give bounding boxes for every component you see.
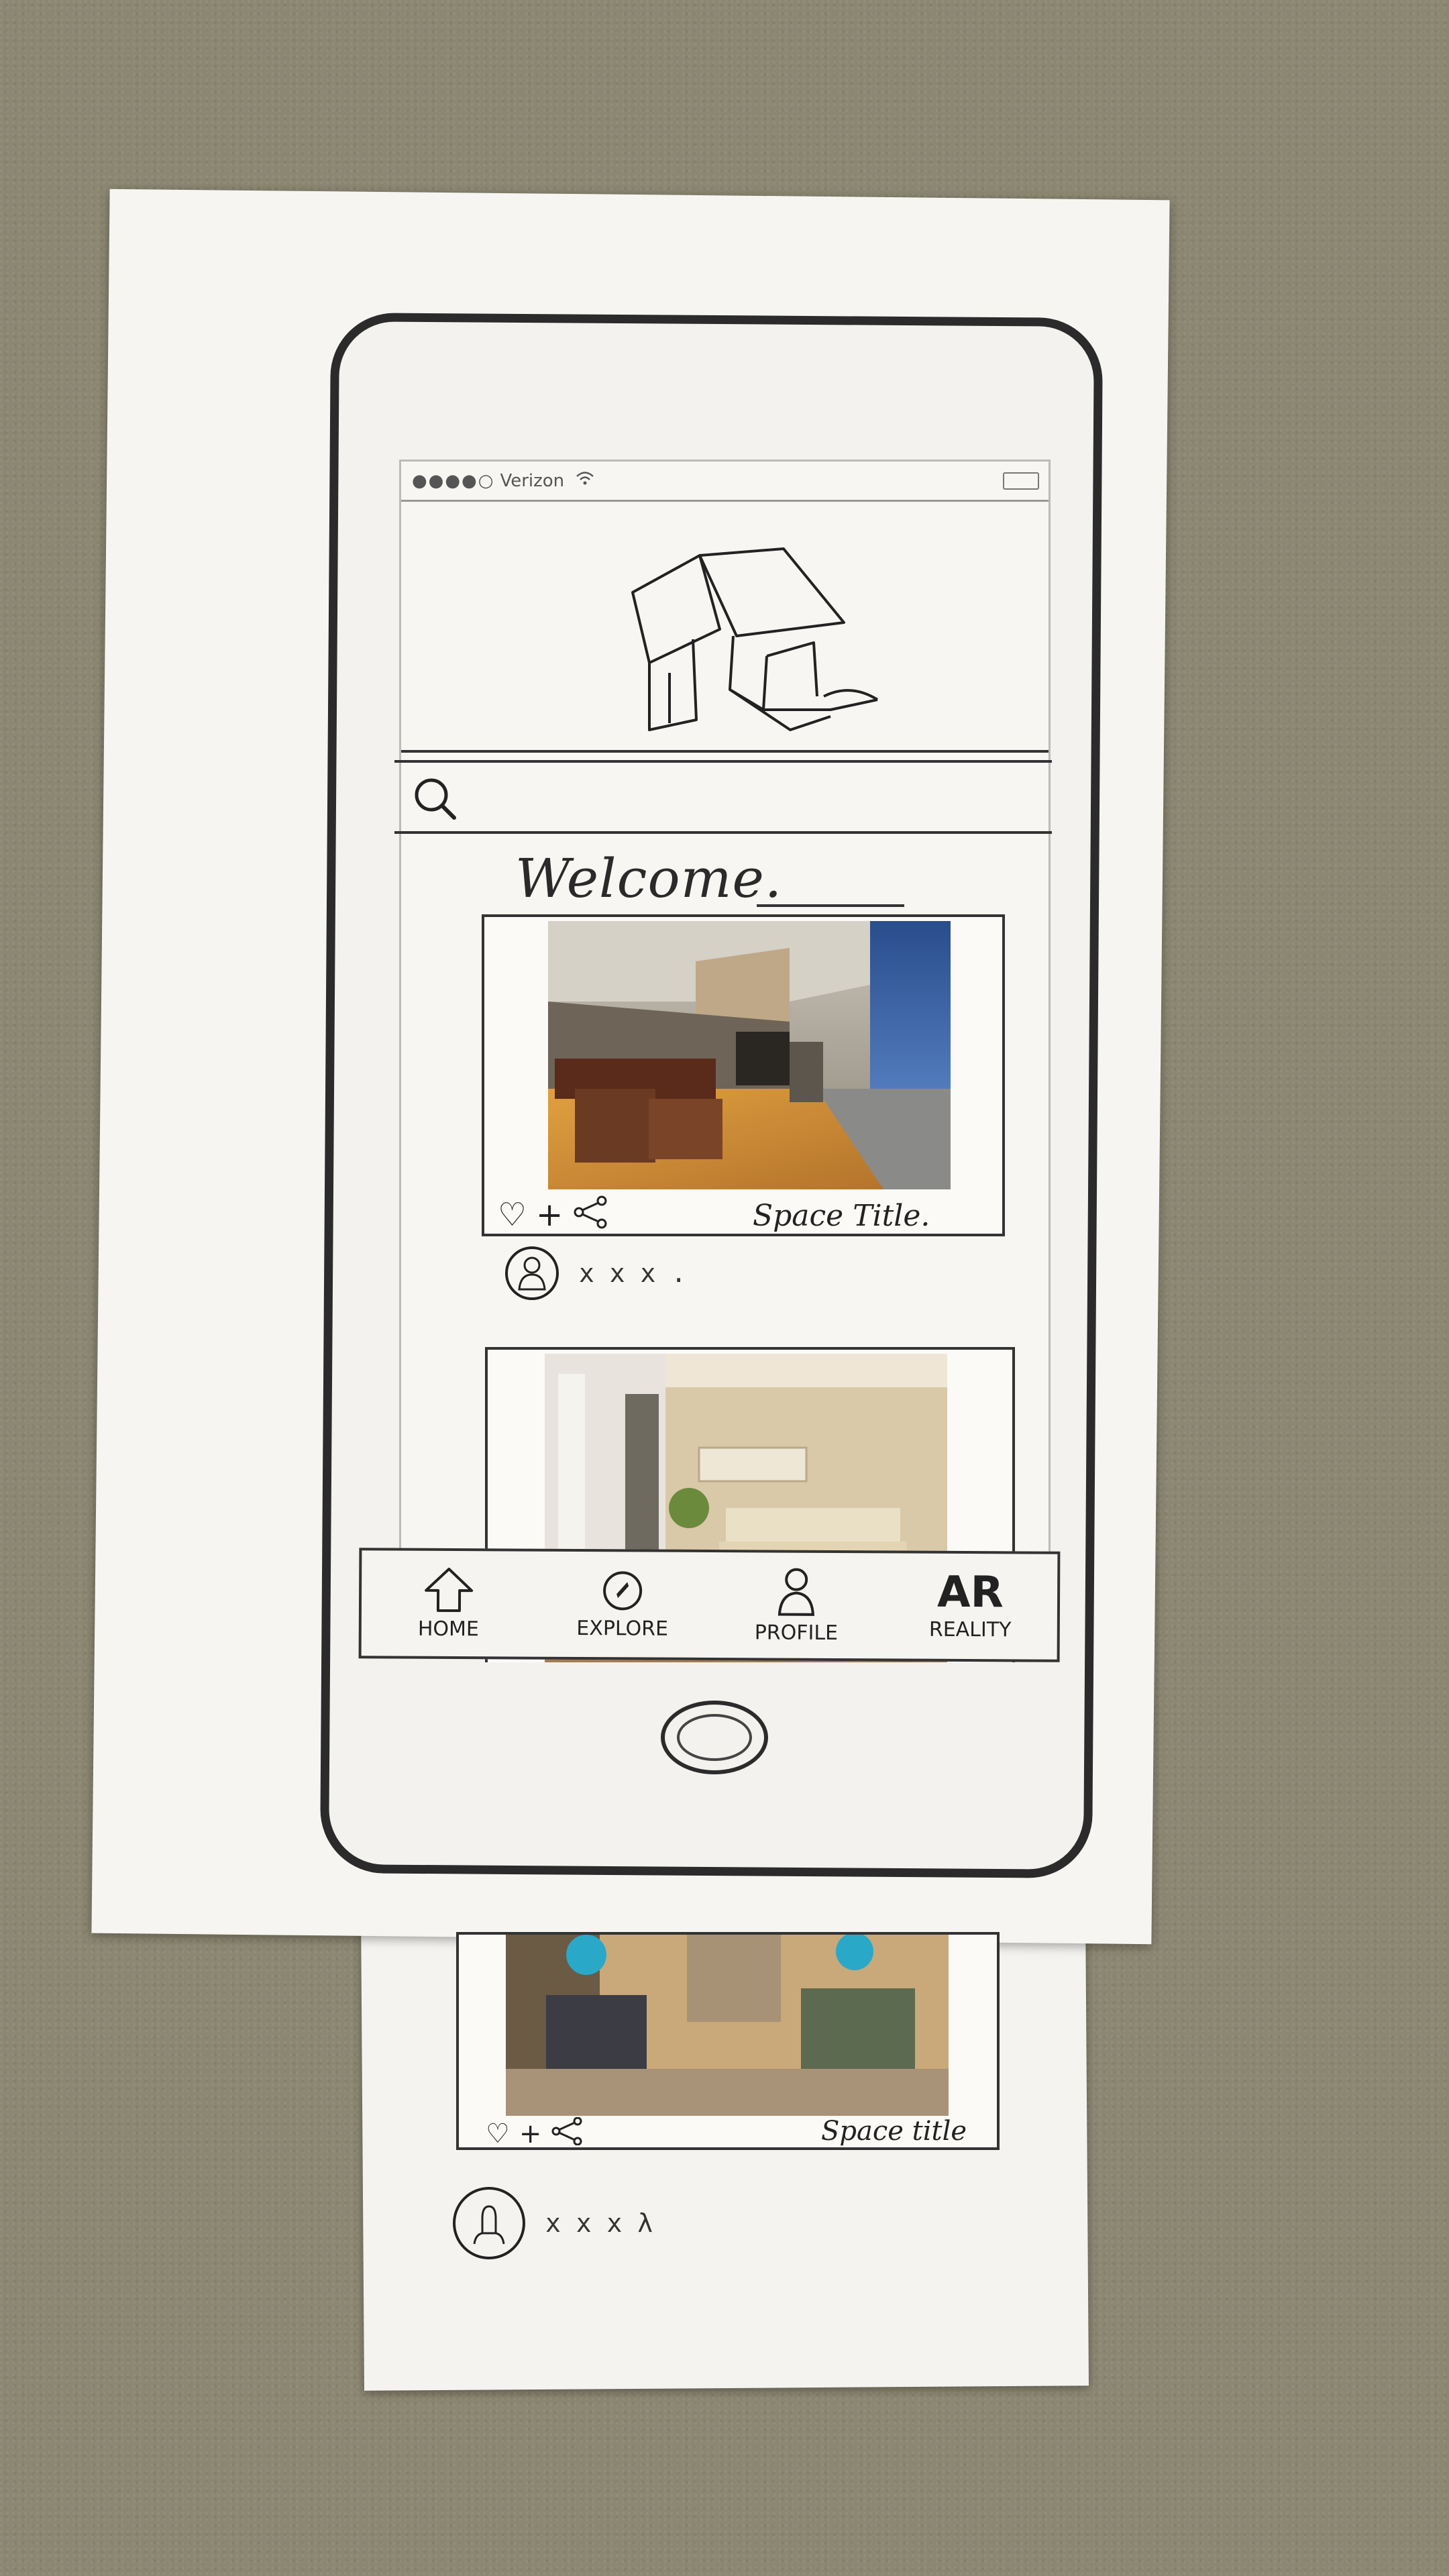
heart-icon[interactable]: ♡ xyxy=(498,1199,527,1231)
space-title: Space title xyxy=(821,2116,967,2147)
tab-label: REALITY xyxy=(928,1617,1012,1642)
explore-icon xyxy=(602,1571,642,1611)
avatar[interactable] xyxy=(453,2187,525,2259)
home-button-ring xyxy=(677,1714,752,1761)
home-hardware-button[interactable] xyxy=(661,1701,768,1774)
space-photo[interactable] xyxy=(548,921,951,1189)
home-icon xyxy=(424,1567,473,1613)
house-chair-sketch-icon xyxy=(631,547,879,731)
tab-explore[interactable]: EXPLORE xyxy=(555,1568,690,1641)
tab-label: PROFILE xyxy=(754,1621,839,1646)
share-icon[interactable] xyxy=(551,2116,584,2151)
share-icon[interactable] xyxy=(572,1195,610,1234)
bottom-tab-bar: HOME EXPLORE PROFILE AR REALITY xyxy=(358,1548,1061,1662)
author-name: x x x λ xyxy=(545,2208,653,2238)
search-bar[interactable] xyxy=(394,760,1052,834)
profile-icon xyxy=(473,2205,505,2245)
search-icon[interactable] xyxy=(411,775,458,822)
tab-home[interactable]: HOME xyxy=(381,1566,516,1641)
card-actions: ♡ + xyxy=(486,2116,584,2151)
feed-card[interactable]: ♡ + Space Title. xyxy=(482,914,1005,1236)
avatar[interactable] xyxy=(505,1246,559,1300)
author-row[interactable]: x x x λ xyxy=(453,2187,653,2259)
profile-icon xyxy=(518,1256,546,1291)
space-title: Space Title. xyxy=(753,1199,930,1233)
add-icon[interactable]: + xyxy=(519,2121,542,2147)
profile-icon xyxy=(777,1568,815,1616)
tab-label: EXPLORE xyxy=(576,1616,669,1641)
wifi-icon xyxy=(575,470,595,491)
tab-reality[interactable]: AR REALITY xyxy=(903,1567,1038,1642)
carrier-label: Verizon xyxy=(500,470,565,491)
status-bar: ●●●●○ Verizon xyxy=(401,462,1049,502)
tab-profile[interactable]: PROFILE xyxy=(729,1566,864,1645)
welcome-heading: Welcome. xyxy=(515,847,783,910)
add-icon[interactable]: + xyxy=(536,1199,563,1231)
welcome-underline xyxy=(757,904,904,907)
card-actions: ♡ + xyxy=(498,1195,610,1234)
author-name: x x x . xyxy=(579,1258,687,1288)
signal-indicator: ●●●●○ xyxy=(412,470,495,491)
space-photo[interactable] xyxy=(506,1935,949,2116)
author-row[interactable]: x x x . xyxy=(505,1246,686,1300)
heart-icon[interactable]: ♡ xyxy=(486,2121,510,2147)
battery-icon xyxy=(1003,472,1039,490)
tab-label: HOME xyxy=(417,1617,480,1642)
hero-banner xyxy=(401,502,1049,753)
ar-icon: AR xyxy=(936,1567,1004,1618)
phone-screen: ●●●●○ Verizon Welcome. ♡ + Space Title. … xyxy=(394,460,1052,1662)
feed-card[interactable]: ♡ + Space title xyxy=(456,1932,1000,2150)
